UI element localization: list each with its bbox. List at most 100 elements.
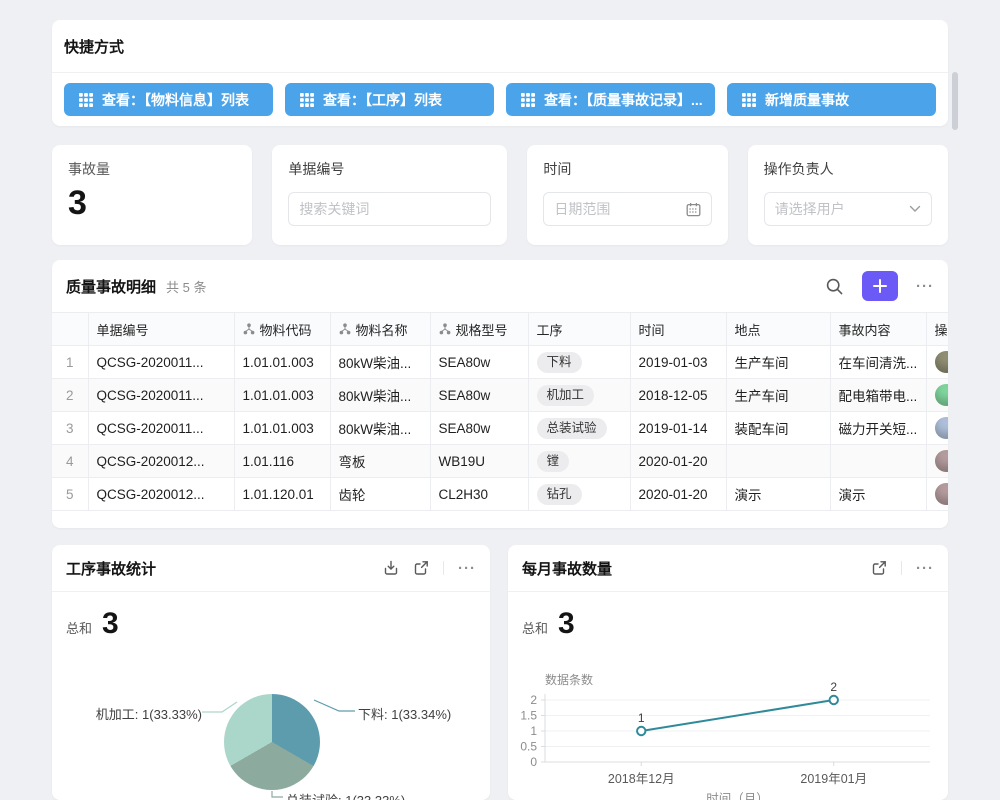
svg-text:2: 2 [530, 693, 537, 707]
date-placeholder: 日期范围 [554, 199, 685, 219]
cell-material-code: 1.01.01.003 [234, 346, 330, 379]
cell-process: 钻孔 [528, 478, 630, 511]
table-row[interactable]: 3QCSG-2020011...1.01.01.00380kW柴油...SEA8… [52, 412, 948, 445]
cell-material-code: 1.01.120.01 [234, 478, 330, 511]
table-title: 质量事故明细 [66, 276, 156, 297]
line-total-value: 3 [558, 609, 575, 639]
more-menu-icon[interactable]: ··· [458, 561, 476, 576]
filter-row: 事故量 3 单据编号 时间 日期范围 操作负责人 请选择用户 [52, 145, 948, 245]
table-row[interactable]: 1QCSG-2020011...1.01.01.00380kW柴油...SEA8… [52, 346, 948, 379]
grid-icon [742, 93, 756, 107]
cell-material-name: 齿轮 [330, 478, 430, 511]
cell-owner [926, 478, 948, 511]
column-header-2: 物料代码 [234, 313, 330, 346]
line-chart[interactable]: 00.511.522018年12月2019年01月12时间（月） [516, 680, 940, 800]
svg-text:1.5: 1.5 [520, 709, 537, 723]
shortcut-button-3[interactable]: 新增质量事故 [727, 83, 936, 116]
table-header-row: 单据编号物料代码物料名称规格型号工序时间地点事故内容操作负责人 [52, 313, 948, 346]
process-tag: 下料 [537, 352, 582, 373]
stat-card: 事故量 3 [52, 145, 252, 245]
cell-code: QCSG-2020012... [88, 478, 234, 511]
search-icon[interactable] [825, 277, 844, 296]
shortcuts-card: 快捷方式 查看：【物料信息】列表 查看：【工序】列表 查看：【质量事故记录】... 新… [52, 20, 948, 126]
process-tag: 镗 [537, 451, 570, 472]
user-select[interactable]: 请选择用户 [764, 192, 932, 226]
cell-index: 3 [52, 412, 88, 445]
cell-process: 镗 [528, 445, 630, 478]
stat-value: 3 [68, 186, 236, 220]
pie-label-machining: 机加工: 1(33.33%) [88, 704, 202, 723]
column-header-0 [52, 313, 88, 346]
monthly-count-header: 每月事故数量 ··· [508, 545, 948, 592]
cell-content [830, 445, 926, 478]
avatar [935, 351, 949, 373]
user-filter-card: 操作负责人 请选择用户 [748, 145, 948, 245]
shortcut-button-label: 查看：【工序】列表 [323, 90, 442, 110]
cell-code: QCSG-2020011... [88, 379, 234, 412]
more-menu-icon[interactable]: ··· [916, 279, 934, 294]
cell-index: 4 [52, 445, 88, 478]
cell-material-name: 80kW柴油... [330, 412, 430, 445]
svg-text:0: 0 [530, 755, 537, 769]
shortcut-button-1[interactable]: 查看：【工序】列表 [285, 83, 494, 116]
incident-table: 单据编号物料代码物料名称规格型号工序时间地点事故内容操作负责人 1QCSG-20… [52, 312, 948, 511]
calendar-icon[interactable] [686, 202, 701, 217]
table-row[interactable]: 2QCSG-2020011...1.01.01.00380kW柴油...SEA8… [52, 379, 948, 412]
cell-index: 2 [52, 379, 88, 412]
open-in-new-icon[interactable] [871, 560, 887, 576]
cell-index: 5 [52, 478, 88, 511]
process-tag: 钻孔 [537, 484, 582, 505]
shortcut-button-2[interactable]: 查看：【质量事故记录】... [506, 83, 715, 116]
cell-code: QCSG-2020012... [88, 445, 234, 478]
cell-owner [926, 445, 948, 478]
column-header-7: 地点 [726, 313, 830, 346]
table-toolbar: 质量事故明细 共 5 条 ··· [52, 260, 948, 312]
cell-location [726, 445, 830, 478]
column-header-3: 物料名称 [330, 313, 430, 346]
monthly-count-title: 每月事故数量 [522, 558, 612, 579]
cell-spec: SEA80w [430, 412, 528, 445]
cell-index: 1 [52, 346, 88, 379]
cell-location: 生产车间 [726, 346, 830, 379]
shortcut-button-label: 查看：【物料信息】列表 [102, 90, 249, 110]
open-in-new-icon[interactable] [413, 560, 429, 576]
cell-material-code: 1.01.01.003 [234, 379, 330, 412]
shortcuts-header: 快捷方式 [52, 20, 948, 73]
cell-date: 2019-01-14 [630, 412, 726, 445]
pie-total-value: 3 [102, 609, 119, 639]
export-icon[interactable] [383, 560, 399, 576]
search-input-box[interactable] [288, 192, 491, 226]
cell-location: 演示 [726, 478, 830, 511]
svg-text:2018年12月: 2018年12月 [608, 772, 675, 786]
cell-content: 配电箱带电... [830, 379, 926, 412]
column-header-6: 时间 [630, 313, 726, 346]
cell-owner [926, 346, 948, 379]
cell-date: 2018-12-05 [630, 379, 726, 412]
svg-text:1: 1 [530, 724, 537, 738]
column-header-8: 事故内容 [830, 313, 926, 346]
cell-code: QCSG-2020011... [88, 346, 234, 379]
avatar [935, 483, 949, 505]
cell-content: 演示 [830, 478, 926, 511]
table-row[interactable]: 5QCSG-2020012...1.01.120.01齿轮CL2H30钻孔202… [52, 478, 948, 511]
cell-date: 2020-01-20 [630, 478, 726, 511]
process-tag: 机加工 [537, 385, 595, 406]
grid-icon [79, 93, 93, 107]
date-range-input[interactable]: 日期范围 [543, 192, 711, 226]
scrollbar-thumb[interactable] [952, 72, 958, 130]
process-stat-header: 工序事故统计 ··· [52, 545, 490, 592]
cell-owner [926, 412, 948, 445]
pie-chart[interactable] [224, 694, 320, 790]
cell-material-name: 80kW柴油... [330, 346, 430, 379]
shortcut-button-0[interactable]: 查看：【物料信息】列表 [64, 83, 273, 116]
more-menu-icon[interactable]: ··· [916, 561, 934, 576]
search-input[interactable] [299, 201, 480, 217]
monthly-count-card: 每月事故数量 ··· 总和 3 数据条数 00.511.522018年12月20… [508, 545, 948, 800]
line-total-row: 总和 3 [508, 592, 948, 639]
cell-spec: WB19U [430, 445, 528, 478]
search-filter-label: 单据编号 [288, 159, 491, 179]
cell-process: 下料 [528, 346, 630, 379]
cell-material-name: 弯板 [330, 445, 430, 478]
add-record-button[interactable] [862, 271, 898, 301]
table-row[interactable]: 4QCSG-2020012...1.01.116弯板WB19U镗2020-01-… [52, 445, 948, 478]
